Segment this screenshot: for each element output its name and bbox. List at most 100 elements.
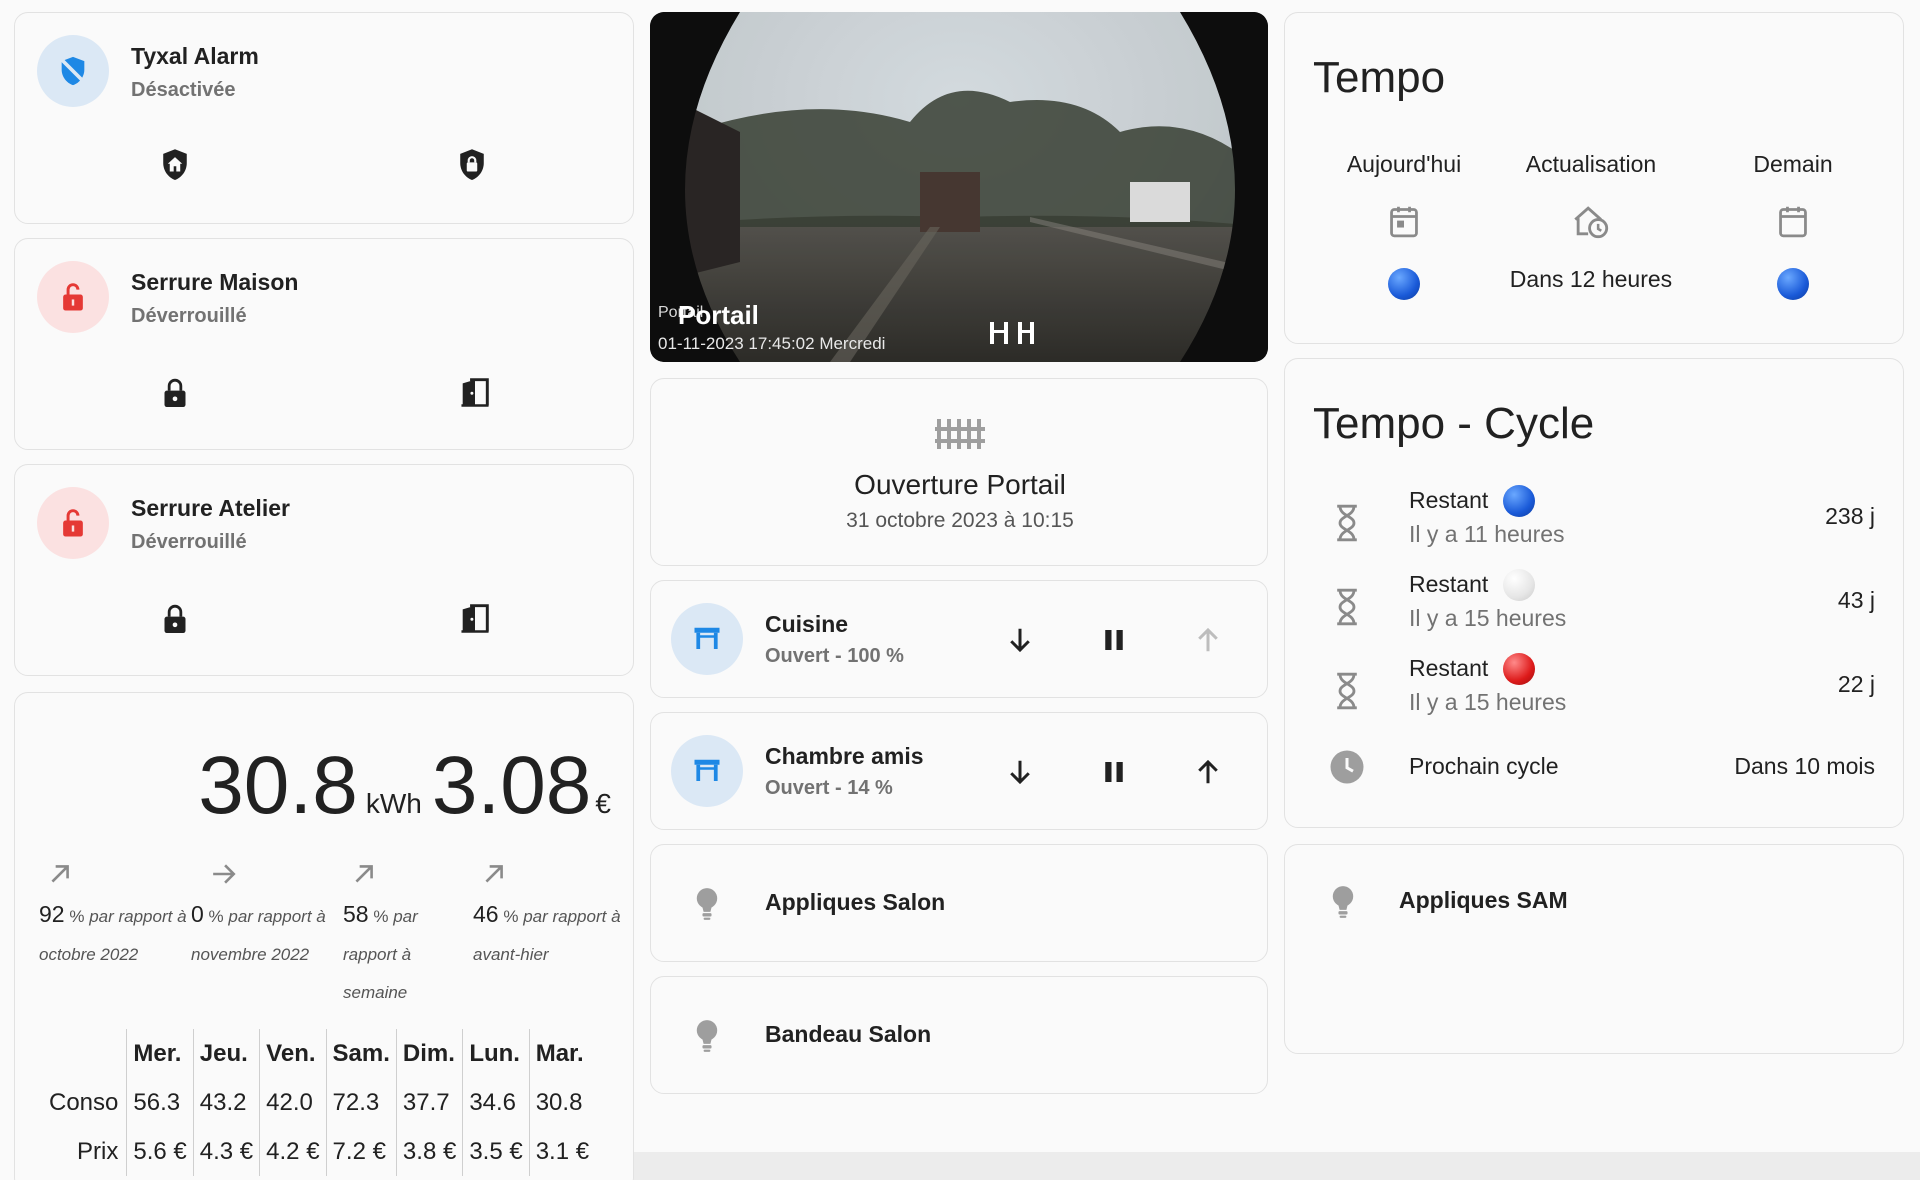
open-door-button[interactable]: [459, 377, 491, 407]
camera-card[interactable]: Portail Portail 01-11-2023 17:45:02 Merc…: [650, 12, 1268, 362]
cycle-row: Restant Il y a 15 heures 22 j: [1285, 649, 1905, 729]
cycle-label: Restant: [1409, 487, 1489, 513]
table-cell: 5.6 €: [126, 1127, 194, 1176]
calendar-icon: [1779, 206, 1807, 238]
tempo-col-label: Demain: [1753, 151, 1833, 177]
arrow-down-icon: [1010, 760, 1030, 785]
pause-icon: [1105, 630, 1123, 650]
arrow-up-right-icon: [485, 865, 503, 883]
day-header: Jeu.: [192, 1029, 260, 1078]
arrow-up-icon: [1198, 759, 1218, 784]
comparison-unit: %: [69, 907, 85, 926]
door-open-icon: [461, 604, 489, 633]
lock-card-maison[interactable]: Serrure Maison Déverrouillé: [14, 238, 634, 450]
lock-button[interactable]: [161, 603, 189, 635]
cycle-value: 238 j: [1825, 503, 1875, 529]
cycle-value: 22 j: [1837, 671, 1875, 697]
lock-open-icon: [37, 261, 109, 333]
table-cell: 34.6: [462, 1078, 530, 1127]
comparison-item: 92 % par rapport à octobre 2022: [39, 861, 189, 974]
curtain-icon: [671, 735, 743, 807]
lightbulb-icon: [693, 1019, 721, 1053]
table-row: Prix 5.6 € 4.3 € 4.2 € 7.2 € 3.8 € 3.5 €…: [43, 1127, 596, 1176]
cover-card-chambre-amis[interactable]: Chambre amis Ouvert - 14 %: [650, 712, 1268, 830]
lock-state: Déverrouillé: [131, 531, 247, 553]
fence-icon: [935, 415, 987, 451]
cycle-row: Restant Il y a 11 heures 238 j: [1285, 481, 1905, 561]
calendar-today-icon: [1390, 206, 1418, 238]
lightbulb-icon: [1329, 885, 1357, 919]
comparison-item: 0 % par rapport à novembre 2022: [191, 861, 341, 974]
comparison-unit: %: [373, 907, 389, 926]
energy-totals: 30.8 kWh 3.08 €: [198, 739, 611, 833]
energy-table: Mer. Jeu. Ven. Sam. Dim. Lun. Mar. Conso…: [43, 1029, 596, 1176]
clock-icon: [1330, 750, 1364, 784]
table-cell: 3.8 €: [395, 1127, 463, 1176]
cycle-label: Restant: [1409, 571, 1489, 597]
portail-card[interactable]: Ouverture Portail 31 octobre 2023 à 10:1…: [650, 378, 1268, 566]
lock-button[interactable]: [161, 377, 189, 409]
curtain-icon: [671, 603, 743, 675]
arrow-up-icon: [1198, 627, 1218, 652]
gate-icon-overlay[interactable]: [988, 320, 1036, 346]
gate-icon: [990, 322, 1034, 344]
next-cycle-row: Prochain cycle Dans 10 mois: [1285, 737, 1905, 797]
hourglass-icon: [1337, 672, 1357, 710]
cover-stop-button[interactable]: [1099, 625, 1129, 655]
table-cell: 3.1 €: [528, 1127, 596, 1176]
light-card-appliques-salon[interactable]: Appliques Salon: [650, 844, 1268, 962]
cycle-ago: Il y a 15 heures: [1409, 605, 1567, 631]
cover-close-button[interactable]: [1005, 757, 1035, 787]
comparison-value: 58: [343, 901, 369, 927]
tempo-today-color: [1388, 268, 1420, 300]
lock-open-icon: [37, 487, 109, 559]
arrow-up-right-icon: [355, 865, 373, 883]
energy-eur-value: 3.08: [431, 740, 592, 831]
open-door-button[interactable]: [459, 603, 491, 633]
row-label: Prix: [77, 1137, 119, 1165]
light-card-appliques-sam[interactable]: Appliques SAM: [1284, 844, 1904, 1054]
table-cell: 30.8: [528, 1078, 596, 1127]
light-name: Bandeau Salon: [765, 1021, 932, 1047]
table-cell: 37.7: [395, 1078, 463, 1127]
cover-state: Ouvert - 100 %: [765, 645, 904, 667]
day-header: Lun.: [462, 1029, 530, 1078]
home-clock-icon: [1574, 206, 1609, 239]
tempo-col-tomorrow: Demain: [1703, 151, 1883, 300]
comparison-value: 92: [39, 901, 65, 927]
shield-home-icon: [163, 149, 187, 181]
cycle-ago: Il y a 11 heures: [1409, 521, 1565, 547]
cover-close-button[interactable]: [1005, 625, 1035, 655]
lock-icon: [164, 604, 186, 633]
table-cell: 56.3: [126, 1078, 194, 1127]
scrollbar-track[interactable]: [634, 1152, 1920, 1180]
arm-home-button[interactable]: [159, 148, 191, 182]
comparison-unit: %: [503, 907, 519, 926]
cover-open-button[interactable]: [1193, 625, 1223, 655]
arm-away-button[interactable]: [456, 148, 488, 182]
table-cell: 4.3 €: [192, 1127, 260, 1176]
cycle-ago: Il y a 15 heures: [1409, 689, 1567, 715]
tempo-cycle-card: Tempo - Cycle Restant Il y a 11 heures 2…: [1284, 358, 1904, 828]
cycle-row: Restant Il y a 15 heures 43 j: [1285, 565, 1905, 645]
comparison-item: 46 % par rapport à avant-hier: [473, 861, 623, 974]
light-name: Appliques SAM: [1399, 887, 1568, 913]
cover-name: Cuisine: [765, 611, 849, 637]
cycle-color-red: [1503, 653, 1535, 685]
cover-stop-button[interactable]: [1099, 757, 1129, 787]
cover-open-button[interactable]: [1193, 757, 1223, 787]
lock-name: Serrure Atelier: [131, 495, 290, 521]
portail-name: Ouverture Portail: [854, 469, 1066, 500]
alarm-card[interactable]: Tyxal Alarm Désactivée: [14, 12, 634, 224]
lock-card-atelier[interactable]: Serrure Atelier Déverrouillé: [14, 464, 634, 676]
alarm-state: Désactivée: [131, 79, 236, 101]
table-cell: 3.5 €: [462, 1127, 530, 1176]
cycle-color-blue: [1503, 485, 1535, 517]
arrow-right-icon: [213, 864, 236, 884]
door-open-icon: [461, 378, 489, 407]
comparison-unit: %: [208, 907, 224, 926]
light-card-bandeau-salon[interactable]: Bandeau Salon: [650, 976, 1268, 1094]
shield-off-icon: [37, 35, 109, 107]
comparison-value: 46: [473, 901, 499, 927]
cover-card-cuisine[interactable]: Cuisine Ouvert - 100 %: [650, 580, 1268, 698]
